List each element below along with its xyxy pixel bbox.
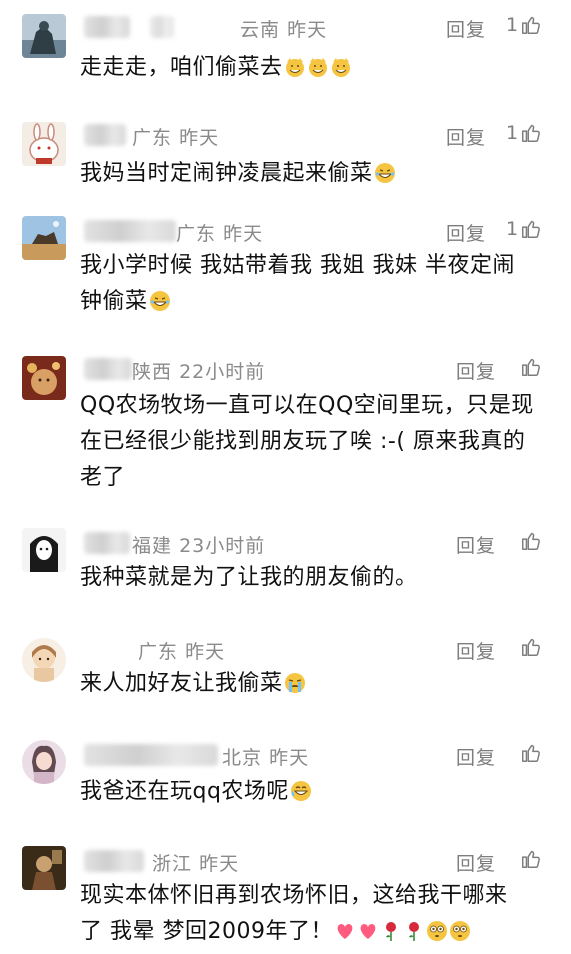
avatar[interactable] (22, 14, 66, 58)
comment-text: 走走走，咱们偷菜去 (80, 50, 550, 86)
cat-grin-emoji (284, 54, 306, 77)
avatar[interactable] (22, 216, 66, 260)
comment-text: 来人加好友让我偷菜 (80, 666, 550, 702)
time-label: 昨天 (199, 853, 240, 875)
heart-emoji (334, 918, 356, 940)
avatar[interactable] (22, 528, 66, 572)
rose-emoji (403, 918, 425, 941)
time-label: 昨天 (287, 19, 328, 41)
comment-text-content: 我妈当时定闹钟凌晨起来偷菜 (80, 161, 373, 186)
username-blurred (84, 358, 132, 380)
comment-text-content: 我种菜就是为了让我的朋友偷的。 (80, 565, 418, 590)
like-button[interactable] (520, 636, 542, 658)
comment-meta: 陕西 22小时前 (132, 357, 265, 384)
comment-text-content: 我小学时候 我姑带着我 我姐 我妹 半夜定闹钟偷菜 (80, 253, 515, 314)
location-label: 浙江 (152, 853, 193, 875)
username-blurred (84, 532, 130, 554)
username-blurred (84, 744, 218, 766)
comment-meta: 云南 昨天 (240, 15, 327, 42)
comment-text: QQ农场牧场一直可以在QQ空间里玩，只是现在已经很少能找到朋友玩了唉 :-( 原… (80, 388, 542, 496)
reply-button[interactable]: 回复 (446, 123, 486, 150)
reply-button[interactable]: 回复 (446, 219, 486, 246)
laugh-emoji (374, 160, 396, 183)
location-label: 陕西 (132, 361, 173, 383)
reply-button[interactable]: 回复 (456, 357, 496, 384)
flushed-emoji (449, 918, 471, 941)
like-button[interactable] (520, 848, 542, 870)
reply-button[interactable]: 回复 (456, 531, 496, 558)
username-blurred (84, 850, 144, 872)
comment-meta: 福建 23小时前 (132, 531, 265, 558)
like-button[interactable]: 1 (506, 218, 542, 240)
reply-button[interactable]: 回复 (446, 15, 486, 42)
comment-text-content: 我爸还在玩qq农场呢 (80, 779, 289, 804)
location-label: 福建 (132, 535, 173, 557)
comment-meta: 广东 昨天 (176, 219, 263, 246)
avatar[interactable] (22, 356, 66, 400)
crying-emoji (284, 670, 306, 693)
time-label: 昨天 (185, 641, 226, 663)
cat-grin-emoji (330, 54, 352, 77)
avatar[interactable] (22, 846, 66, 890)
thumbs-up-icon (520, 848, 542, 870)
username-blurred (150, 16, 174, 38)
thumbs-up-icon (520, 14, 542, 36)
location-label: 广东 (176, 223, 217, 245)
time-label: 昨天 (179, 127, 220, 149)
comment-text-content: 走走走，咱们偷菜去 (80, 55, 283, 80)
laugh-tear-emoji (290, 778, 312, 801)
thumbs-up-icon (520, 122, 542, 144)
thumbs-up-icon (520, 218, 542, 240)
comment-text: 现实本体怀旧再到农场怀旧，这给我干哪来了 我晕 梦回2009年了！ (80, 878, 520, 950)
like-button[interactable]: 1 (506, 14, 542, 36)
location-label: 广东 (132, 127, 173, 149)
like-button[interactable] (520, 530, 542, 552)
like-count: 1 (506, 122, 519, 144)
time-label: 22小时前 (179, 361, 266, 383)
comment-text: 我爸还在玩qq农场呢 (80, 774, 550, 810)
reply-button[interactable]: 回复 (456, 849, 496, 876)
laugh-emoji (149, 288, 171, 311)
comment-meta: 浙江 昨天 (152, 849, 239, 876)
location-label: 云南 (240, 19, 281, 41)
heart-emoji (357, 918, 379, 940)
thumbs-up-icon (520, 636, 542, 658)
avatar[interactable] (22, 638, 66, 682)
location-label: 北京 (222, 747, 263, 769)
comment-text: 我种菜就是为了让我的朋友偷的。 (80, 560, 550, 596)
comment-text: 我小学时候 我姑带着我 我姐 我妹 半夜定闹钟偷菜 (80, 248, 530, 320)
comment-meta: 北京 昨天 (222, 743, 309, 770)
location-label: 广东 (138, 641, 179, 663)
reply-button[interactable]: 回复 (456, 637, 496, 664)
comment-text-content: 来人加好友让我偷菜 (80, 671, 283, 696)
username-blurred (84, 220, 176, 242)
thumbs-up-icon (520, 356, 542, 378)
reply-button[interactable]: 回复 (456, 743, 496, 770)
time-label: 昨天 (223, 223, 264, 245)
flushed-emoji (426, 918, 448, 941)
comment-meta: 广东 昨天 (138, 637, 225, 664)
time-label: 23小时前 (179, 535, 266, 557)
like-button[interactable]: 1 (506, 122, 542, 144)
thumbs-up-icon (520, 530, 542, 552)
comment-text: 我妈当时定闹钟凌晨起来偷菜 (80, 156, 550, 192)
username-blurred (84, 16, 130, 38)
avatar[interactable] (22, 122, 66, 166)
cat-grin-emoji (307, 54, 329, 77)
avatar[interactable] (22, 740, 66, 784)
like-button[interactable] (520, 742, 542, 764)
like-count: 1 (506, 14, 519, 36)
comment-meta: 广东 昨天 (132, 123, 219, 150)
like-button[interactable] (520, 356, 542, 378)
time-label: 昨天 (269, 747, 310, 769)
rose-emoji (380, 918, 402, 941)
thumbs-up-icon (520, 742, 542, 764)
comment-text-content: QQ农场牧场一直可以在QQ空间里玩，只是现在已经很少能找到朋友玩了唉 :-( 原… (80, 393, 534, 490)
like-count: 1 (506, 218, 519, 240)
username-blurred (84, 124, 126, 146)
